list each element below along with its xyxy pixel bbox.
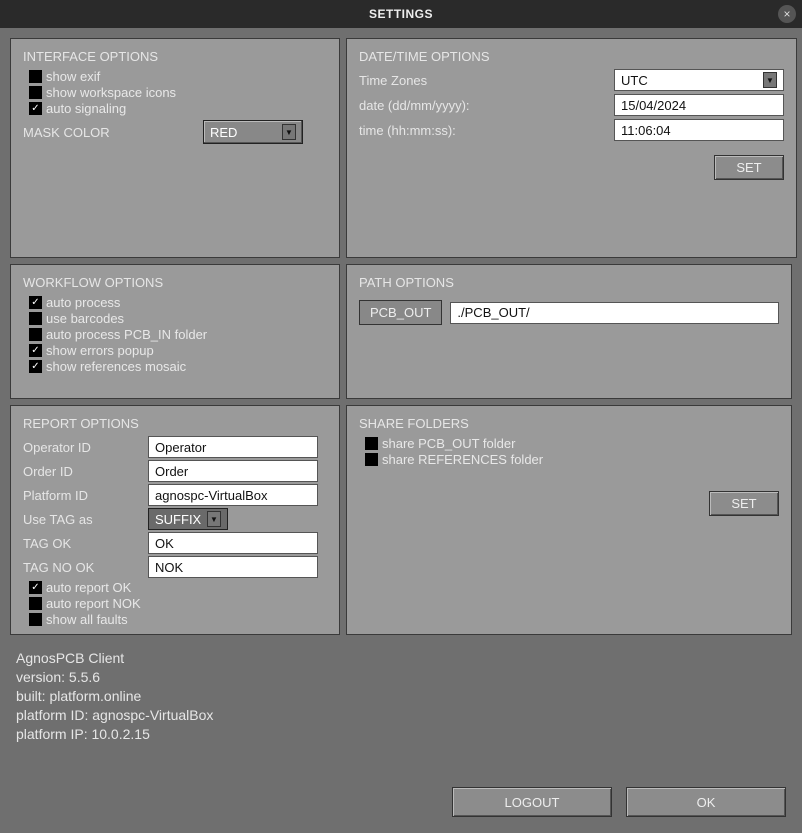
use-tag-value: SUFFIX <box>155 512 201 527</box>
chevron-down-icon: ▼ <box>207 511 221 527</box>
auto-process-pcbin-checkbox[interactable] <box>29 328 42 341</box>
section-title: REPORT OPTIONS <box>23 416 327 431</box>
pcb-out-button[interactable]: PCB_OUT <box>359 300 442 325</box>
show-all-faults-checkbox[interactable] <box>29 613 42 626</box>
share-references-label: share REFERENCES folder <box>382 452 543 467</box>
use-tag-label: Use TAG as <box>23 512 148 527</box>
show-errors-popup-checkbox[interactable] <box>29 344 42 357</box>
chevron-down-icon: ▼ <box>282 124 296 140</box>
section-title: SHARE FOLDERS <box>359 416 779 431</box>
order-id-label: Order ID <box>23 464 148 479</box>
use-tag-select[interactable]: SUFFIX ▼ <box>148 508 228 530</box>
footer-line: platform ID: agnospc-VirtualBox <box>16 706 792 725</box>
pcb-out-input[interactable] <box>450 302 779 324</box>
auto-process-label: auto process <box>46 295 120 310</box>
auto-report-nok-checkbox[interactable] <box>29 597 42 610</box>
auto-report-nok-label: auto report NOK <box>46 596 141 611</box>
datetime-set-button[interactable]: SET <box>714 155 784 180</box>
footer-info: AgnosPCB Client version: 5.5.6 built: pl… <box>16 649 792 743</box>
order-id-input[interactable] <box>148 460 318 482</box>
time-zones-label: Time Zones <box>359 73 614 88</box>
platform-id-input[interactable] <box>148 484 318 506</box>
footer-buttons: LOGOUT OK <box>10 779 792 823</box>
platform-id-label: Platform ID <box>23 488 148 503</box>
use-barcodes-checkbox[interactable] <box>29 312 42 325</box>
titlebar: SETTINGS × <box>0 0 802 28</box>
show-refs-mosaic-label: show references mosaic <box>46 359 186 374</box>
footer-line: version: 5.5.6 <box>16 668 792 687</box>
time-input[interactable] <box>614 119 784 141</box>
show-refs-mosaic-checkbox[interactable] <box>29 360 42 373</box>
auto-process-pcbin-label: auto process PCB_IN folder <box>46 327 207 342</box>
show-errors-popup-label: show errors popup <box>46 343 154 358</box>
section-title: INTERFACE OPTIONS <box>23 49 327 64</box>
mask-color-label: MASK COLOR <box>23 125 203 140</box>
workflow-options-panel: WORKFLOW OPTIONS auto process use barcod… <box>10 264 340 399</box>
close-icon[interactable]: × <box>778 5 796 23</box>
time-label: time (hh:mm:ss): <box>359 123 614 138</box>
report-options-panel: REPORT OPTIONS Operator ID Order ID Plat… <box>10 405 340 635</box>
window-title: SETTINGS <box>369 7 433 21</box>
section-title: PATH OPTIONS <box>359 275 779 290</box>
datetime-options-panel: DATE/TIME OPTIONS Time Zones UTC ▼ date … <box>346 38 797 258</box>
share-set-button[interactable]: SET <box>709 491 779 516</box>
tag-ok-label: TAG OK <box>23 536 148 551</box>
auto-report-ok-checkbox[interactable] <box>29 581 42 594</box>
show-exif-label: show exif <box>46 69 100 84</box>
show-workspace-icons-checkbox[interactable] <box>29 86 42 99</box>
tag-nok-label: TAG NO OK <box>23 560 148 575</box>
footer-line: built: platform.online <box>16 687 792 706</box>
date-input[interactable] <box>614 94 784 116</box>
operator-id-input[interactable] <box>148 436 318 458</box>
interface-options-panel: INTERFACE OPTIONS show exif show workspa… <box>10 38 340 258</box>
share-references-checkbox[interactable] <box>365 453 378 466</box>
mask-color-value: RED <box>210 125 237 140</box>
tag-ok-input[interactable] <box>148 532 318 554</box>
show-exif-checkbox[interactable] <box>29 70 42 83</box>
footer-line: platform IP: 10.0.2.15 <box>16 725 792 744</box>
auto-signaling-label: auto signaling <box>46 101 126 116</box>
mask-color-select[interactable]: RED ▼ <box>203 120 303 144</box>
tag-nok-input[interactable] <box>148 556 318 578</box>
footer-line: AgnosPCB Client <box>16 649 792 668</box>
time-zone-value: UTC <box>621 73 648 88</box>
logout-button[interactable]: LOGOUT <box>452 787 612 817</box>
section-title: WORKFLOW OPTIONS <box>23 275 327 290</box>
auto-signaling-checkbox[interactable] <box>29 102 42 115</box>
use-barcodes-label: use barcodes <box>46 311 124 326</box>
section-title: DATE/TIME OPTIONS <box>359 49 784 64</box>
share-pcb-out-label: share PCB_OUT folder <box>382 436 515 451</box>
chevron-down-icon: ▼ <box>763 72 777 88</box>
content: INTERFACE OPTIONS show exif show workspa… <box>0 28 802 833</box>
share-pcb-out-checkbox[interactable] <box>365 437 378 450</box>
show-workspace-icons-label: show workspace icons <box>46 85 176 100</box>
operator-id-label: Operator ID <box>23 440 148 455</box>
share-folders-panel: SHARE FOLDERS share PCB_OUT folder share… <box>346 405 792 635</box>
ok-button[interactable]: OK <box>626 787 786 817</box>
auto-process-checkbox[interactable] <box>29 296 42 309</box>
date-label: date (dd/mm/yyyy): <box>359 98 614 113</box>
time-zone-select[interactable]: UTC ▼ <box>614 69 784 91</box>
show-all-faults-label: show all faults <box>46 612 128 627</box>
path-options-panel: PATH OPTIONS PCB_OUT <box>346 264 792 399</box>
auto-report-ok-label: auto report OK <box>46 580 131 595</box>
